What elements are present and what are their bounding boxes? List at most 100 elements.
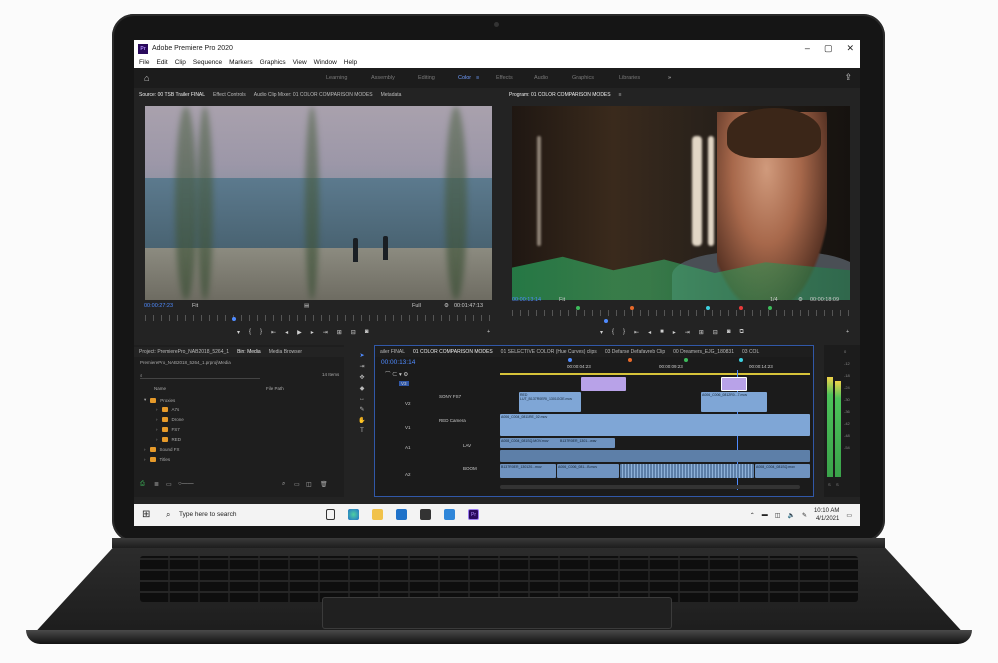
pen-icon[interactable]: ✎ (802, 512, 807, 519)
bin-row[interactable]: › FS7 (156, 427, 180, 432)
tab-sequence[interactable]: 03 Defarse Defafavreb Clip (605, 349, 665, 355)
track-v3[interactable]: V3 (399, 381, 409, 386)
edge-icon[interactable] (348, 509, 359, 520)
video-clip[interactable]: RED LUT_B137R0ERI_1301GOE.mov (519, 392, 581, 412)
source-time-ruler[interactable] (145, 315, 492, 321)
store-icon[interactable] (420, 509, 431, 520)
source-quality-select[interactable]: Full (412, 303, 421, 309)
icon-view-icon[interactable]: ▭ (166, 481, 172, 488)
menu-help[interactable]: Help (344, 59, 357, 66)
minimize-icon[interactable]: – (805, 43, 810, 54)
source-fit-select[interactable]: Fit (192, 303, 198, 309)
timeline-marker[interactable] (684, 358, 688, 362)
taskbar-clock[interactable]: 10:10 AM 4/1/2021 (814, 507, 839, 523)
audio-clip[interactable]: B137R0ER_130120...mov (500, 464, 556, 478)
app-icon[interactable] (444, 509, 455, 520)
workspace-learning[interactable]: Learning (326, 75, 347, 81)
video-clip[interactable]: A006_C006_0812R0...7.mov (701, 392, 767, 412)
selection-tool-icon[interactable]: ➤ (359, 352, 364, 359)
tab-sequence[interactable]: ailer FINAL (380, 349, 405, 355)
mark-in-icon[interactable]: { (612, 329, 614, 336)
razor-icon[interactable]: ◆ (360, 385, 365, 392)
audio-waveform-clip[interactable] (500, 450, 810, 462)
solo-button[interactable]: S (836, 482, 839, 487)
program-time-ruler[interactable] (512, 310, 850, 316)
go-to-out-icon[interactable]: ⇥ (323, 329, 328, 336)
delete-icon[interactable]: 🗑 (320, 481, 328, 488)
share-icon[interactable]: ⇪ (844, 72, 852, 83)
bin-row[interactable]: › A7s (156, 407, 179, 412)
step-forward-icon[interactable]: ▸ (673, 329, 676, 336)
lock-icon[interactable]: ⎙ (140, 481, 145, 488)
wrench-icon[interactable]: ⚙ (444, 303, 449, 309)
go-to-in-icon[interactable]: ⇤ (634, 329, 639, 336)
bin-row[interactable]: › Sound FX (144, 447, 180, 452)
add-marker-icon[interactable]: ▾ (237, 329, 240, 336)
new-item-icon[interactable]: ◫ (306, 481, 312, 488)
menu-graphics[interactable]: Graphics (260, 59, 286, 66)
menu-edit[interactable]: Edit (156, 59, 167, 66)
export-frame-icon[interactable]: ◙ (727, 329, 731, 336)
close-icon[interactable]: ✕ (846, 43, 854, 54)
menu-window[interactable]: Window (314, 59, 337, 66)
track-v2[interactable]: V2 (405, 401, 411, 406)
tab-effect-controls[interactable]: Effect Controls (213, 92, 246, 98)
slip-icon[interactable]: ↔ (359, 396, 365, 402)
menu-view[interactable]: View (293, 59, 307, 66)
compare-view-icon[interactable]: ⧉ (739, 329, 743, 336)
tab-bin-media[interactable]: Bin: Media (237, 349, 261, 355)
source-playhead[interactable] (232, 317, 236, 321)
track-a1[interactable]: A1 (405, 445, 411, 450)
step-back-icon[interactable]: ◂ (285, 329, 288, 336)
expand-icon[interactable]: › (156, 437, 158, 442)
menu-clip[interactable]: Clip (175, 59, 186, 66)
tab-sequence[interactable]: 00 Dreamers_EJG_180831 (673, 349, 734, 355)
go-to-in-icon[interactable]: ⇤ (271, 329, 276, 336)
workspace-effects[interactable]: Effects (496, 75, 513, 81)
tab-sequence[interactable]: 01 SELECTIVE COLOR (Hue Curves) clips (501, 349, 597, 355)
add-button-icon[interactable]: + (487, 329, 490, 335)
tab-program[interactable]: Program: 01 COLOR COMPARISON MODES (509, 92, 611, 98)
timeline-marker[interactable] (768, 306, 772, 310)
workspace-graphics[interactable]: Graphics (572, 75, 594, 81)
new-bin-icon[interactable]: ▭ (294, 481, 300, 488)
bin-row[interactable]: › RED (156, 437, 181, 442)
insert-icon[interactable]: ⊞ (337, 329, 342, 336)
premiere-taskbar-icon[interactable]: Pr (468, 509, 479, 520)
program-playhead[interactable] (604, 319, 608, 323)
program-timecode[interactable]: 00:00:13:14 (512, 297, 541, 303)
track-v1[interactable]: V1 (405, 425, 411, 430)
maximize-icon[interactable]: ▢ (824, 43, 833, 54)
overwrite-icon[interactable]: ⊟ (351, 329, 356, 336)
column-file-path[interactable]: File Path (266, 386, 284, 391)
timeline-timecode[interactable]: 00:00:13:14 (381, 359, 415, 366)
search-icon[interactable]: ⌕ (140, 372, 260, 379)
adjustment-clip[interactable] (721, 377, 747, 391)
bin-row[interactable]: › Titles (144, 457, 170, 462)
tab-project[interactable]: Project: PremierePro_NAB2018_5264_1 (139, 349, 229, 355)
volume-icon[interactable]: 🔈 (787, 512, 794, 519)
mail-icon[interactable] (396, 509, 407, 520)
expand-icon[interactable]: ▾ (144, 397, 146, 403)
bin-row[interactable]: ▾ Proxies (144, 397, 175, 403)
export-frame-icon[interactable]: ◙ (365, 329, 369, 336)
solo-button[interactable]: S (828, 482, 831, 487)
ripple-edit-icon[interactable]: ✥ (359, 374, 364, 381)
extract-icon[interactable]: ⊟ (713, 329, 718, 336)
chevron-up-icon[interactable]: ⌃ (750, 512, 755, 519)
tab-sequence-active[interactable]: 01 COLOR COMPARISON MODES (413, 349, 493, 355)
timeline-marker[interactable] (739, 358, 743, 362)
mark-out-icon[interactable]: } (260, 329, 262, 336)
tab-sequence[interactable]: 03 COL (742, 349, 759, 355)
workspace-assembly[interactable]: Assembly (371, 75, 395, 81)
windows-start-icon[interactable]: ⊞ (142, 509, 150, 520)
workspace-color[interactable]: Color (458, 75, 471, 81)
snap-icon[interactable]: ⌒ ⊂ ▾ ⚙ (385, 370, 408, 378)
home-icon[interactable]: ⌂ (144, 73, 149, 83)
program-menu-icon[interactable]: ≡ (619, 92, 622, 98)
expand-icon[interactable]: › (144, 447, 146, 452)
audio-waveform-clip[interactable] (620, 464, 754, 478)
source-timecode[interactable]: 00:00:27:23 (144, 303, 173, 309)
program-quality-select[interactable]: 1/4 (770, 297, 778, 303)
workspace-audio[interactable]: Audio (534, 75, 548, 81)
